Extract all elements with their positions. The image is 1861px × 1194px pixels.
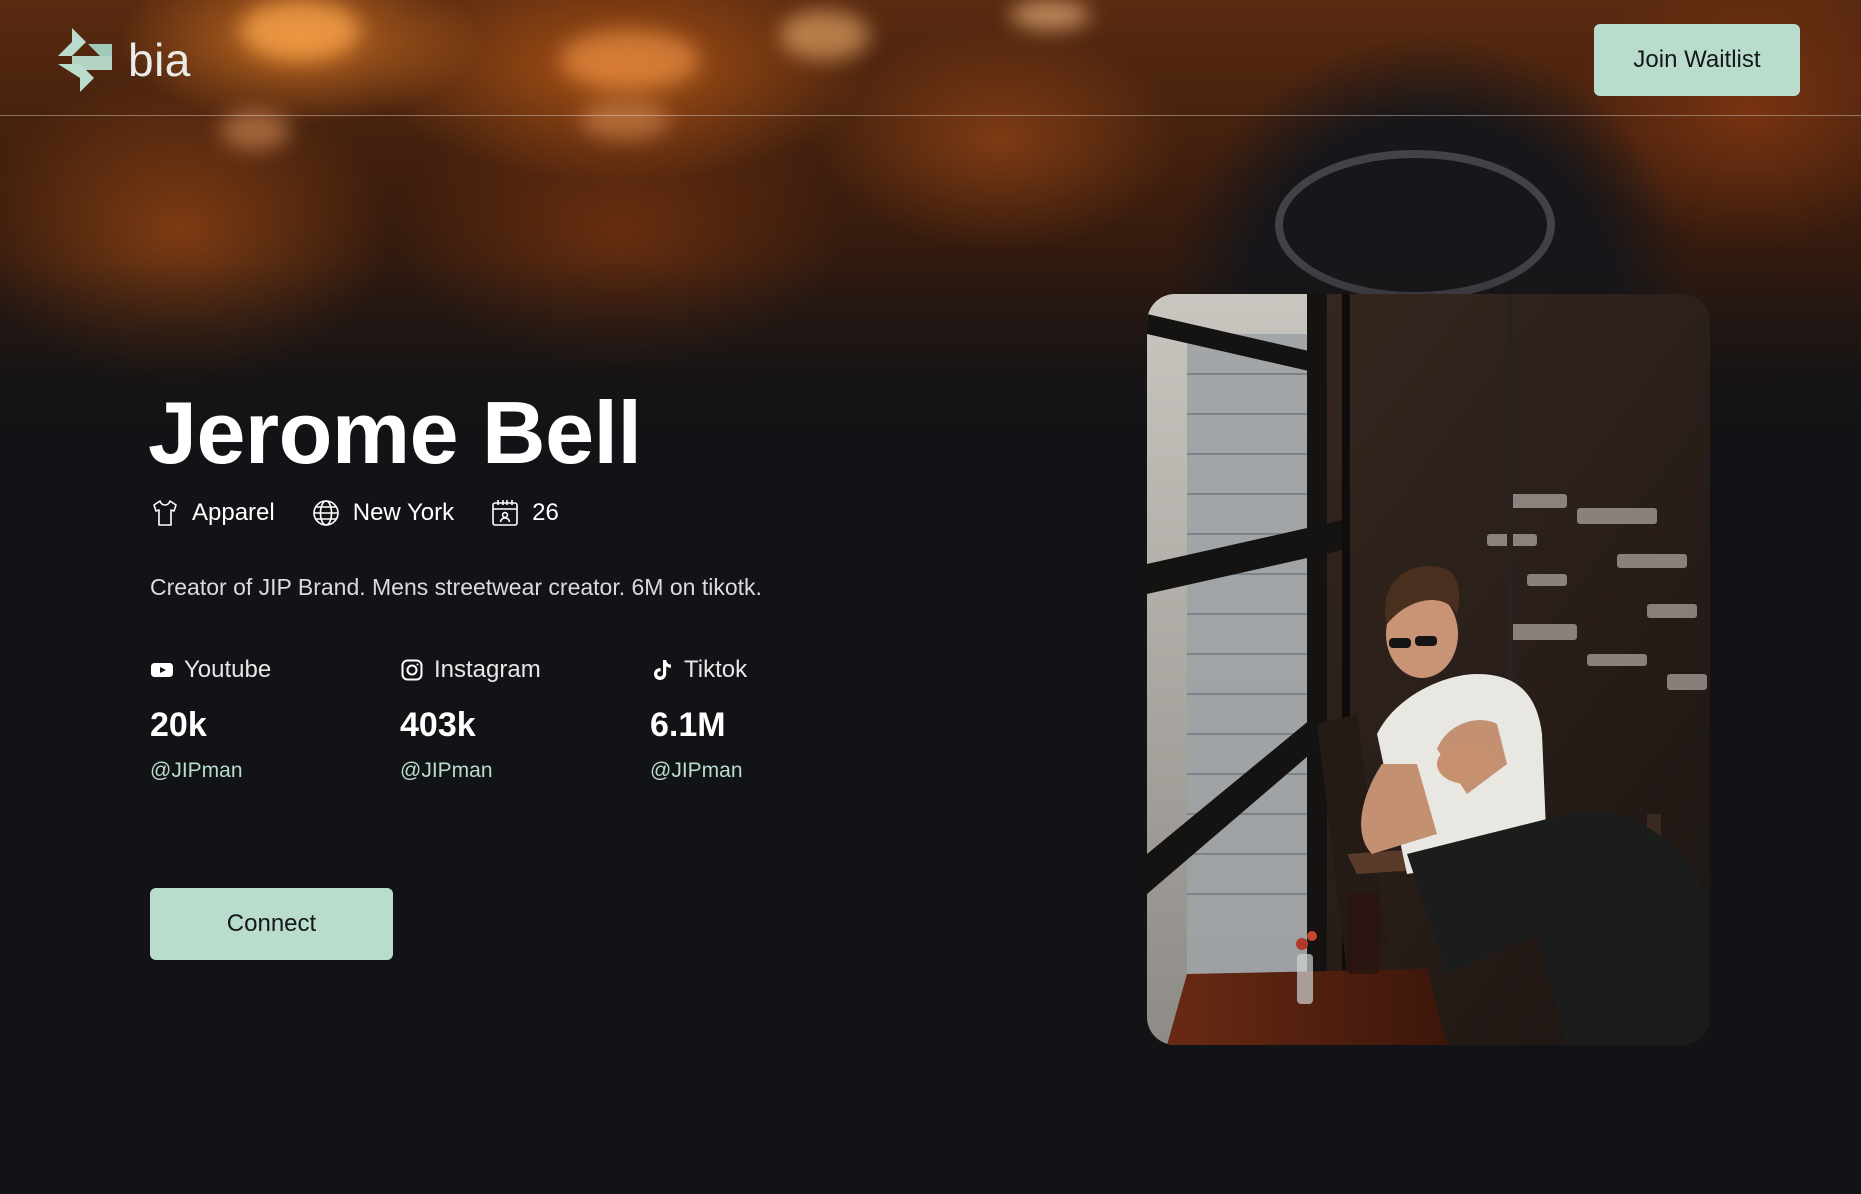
youtube-icon bbox=[151, 663, 173, 677]
social-platform-label: Instagram bbox=[434, 656, 541, 683]
top-header: bia Join Waitlist bbox=[0, 0, 1861, 116]
join-waitlist-button[interactable]: Join Waitlist bbox=[1594, 24, 1800, 96]
social-platform-label: Tiktok bbox=[684, 656, 748, 683]
creator-bio: Creator of JIP Brand. Mens streetwear cr… bbox=[150, 574, 762, 600]
meta-category: Apparel bbox=[150, 498, 275, 528]
meta-location: New York bbox=[311, 498, 454, 528]
creator-photo-illustration bbox=[1147, 294, 1710, 1045]
brand-name: bia bbox=[128, 34, 191, 86]
social-handle[interactable]: @JIPman bbox=[400, 759, 640, 783]
brand-logo[interactable]: bia bbox=[58, 28, 191, 92]
globe-icon bbox=[312, 500, 339, 526]
social-handle[interactable]: @JIPman bbox=[150, 759, 390, 783]
social-count: 6.1M bbox=[650, 706, 726, 744]
creator-profile-page: bia Join Waitlist Jerome Bell Apparel Ne… bbox=[0, 0, 1861, 1194]
bia-logo-icon bbox=[58, 28, 112, 92]
social-count: 403k bbox=[400, 706, 476, 744]
instagram-icon bbox=[401, 659, 423, 681]
creator-photo bbox=[1147, 294, 1710, 1045]
meta-location-label: New York bbox=[352, 499, 455, 526]
meta-category-label: Apparel bbox=[192, 499, 275, 526]
shirt-icon bbox=[153, 500, 177, 526]
connect-button[interactable]: Connect bbox=[150, 888, 393, 960]
creator-name: Jerome Bell bbox=[148, 383, 642, 482]
social-tiktok[interactable]: Tiktok 6.1M @JIPman bbox=[650, 656, 890, 783]
meta-age: 26 bbox=[490, 498, 559, 528]
creator-meta: Apparel New York 26 bbox=[150, 498, 595, 528]
tiktok-icon bbox=[654, 660, 671, 680]
social-instagram[interactable]: Instagram 403k @JIPman bbox=[400, 656, 640, 783]
social-count: 20k bbox=[150, 706, 207, 744]
social-youtube[interactable]: Youtube 20k @JIPman bbox=[150, 656, 390, 783]
social-handle[interactable]: @JIPman bbox=[650, 759, 890, 783]
social-platform-label: Youtube bbox=[184, 656, 272, 683]
calendar-icon bbox=[492, 500, 518, 526]
meta-age-label: 26 bbox=[532, 499, 559, 526]
